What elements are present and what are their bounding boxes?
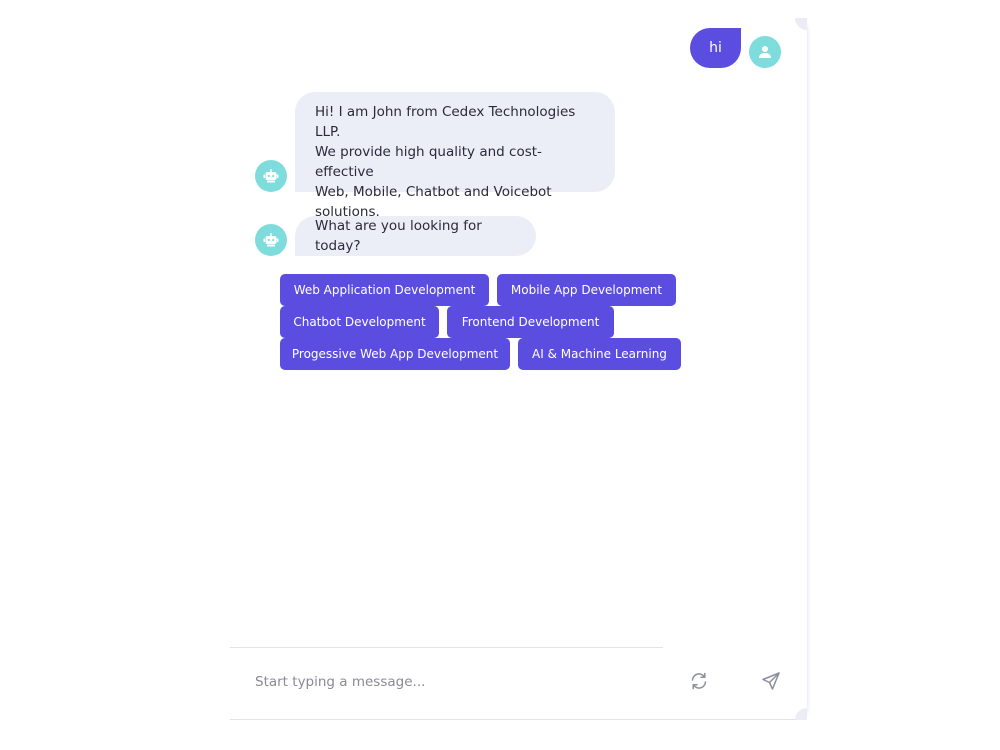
quick-reply-ai-ml[interactable]: AI & Machine Learning [518, 338, 681, 370]
user-message-text: hi [709, 40, 722, 56]
robot-icon [263, 232, 279, 248]
quick-reply-web-app[interactable]: Web Application Development [280, 274, 489, 306]
quick-reply-mobile-app[interactable]: Mobile App Development [497, 274, 676, 306]
bot-avatar [255, 160, 287, 192]
window-corner-top [795, 18, 807, 30]
send-button[interactable] [757, 669, 785, 697]
send-icon [761, 671, 781, 695]
message-input[interactable] [255, 670, 635, 694]
quick-reply-frontend[interactable]: Frontend Development [447, 306, 614, 338]
bot-message-line: We provide high quality and cost-effecti… [315, 144, 542, 180]
window-corner-bottom [795, 708, 807, 720]
user-avatar [749, 36, 781, 68]
window-bottom-border [230, 719, 807, 720]
refresh-icon [689, 671, 709, 695]
user-message-bubble: hi [690, 28, 741, 68]
bot-message-line: Hi! I am John from Cedex Technologies LL… [315, 104, 576, 140]
composer-divider [230, 647, 663, 648]
user-icon [758, 45, 772, 59]
bot-message-line: What are you looking for today? [315, 218, 482, 254]
bot-message-line: Web, Mobile, Chatbot and Voicebot [315, 184, 552, 200]
quick-reply-pwa[interactable]: Progessive Web App Development [280, 338, 510, 370]
bot-message-bubble: What are you looking for today? [295, 216, 536, 256]
bot-avatar [255, 224, 287, 256]
refresh-button[interactable] [685, 669, 713, 697]
robot-icon [263, 168, 279, 184]
chat-window: hi Hi! I am John from Cedex Technologies… [230, 18, 807, 720]
bot-message-bubble: Hi! I am John from Cedex Technologies LL… [295, 92, 615, 220]
quick-reply-chatbot[interactable]: Chatbot Development [280, 306, 439, 338]
